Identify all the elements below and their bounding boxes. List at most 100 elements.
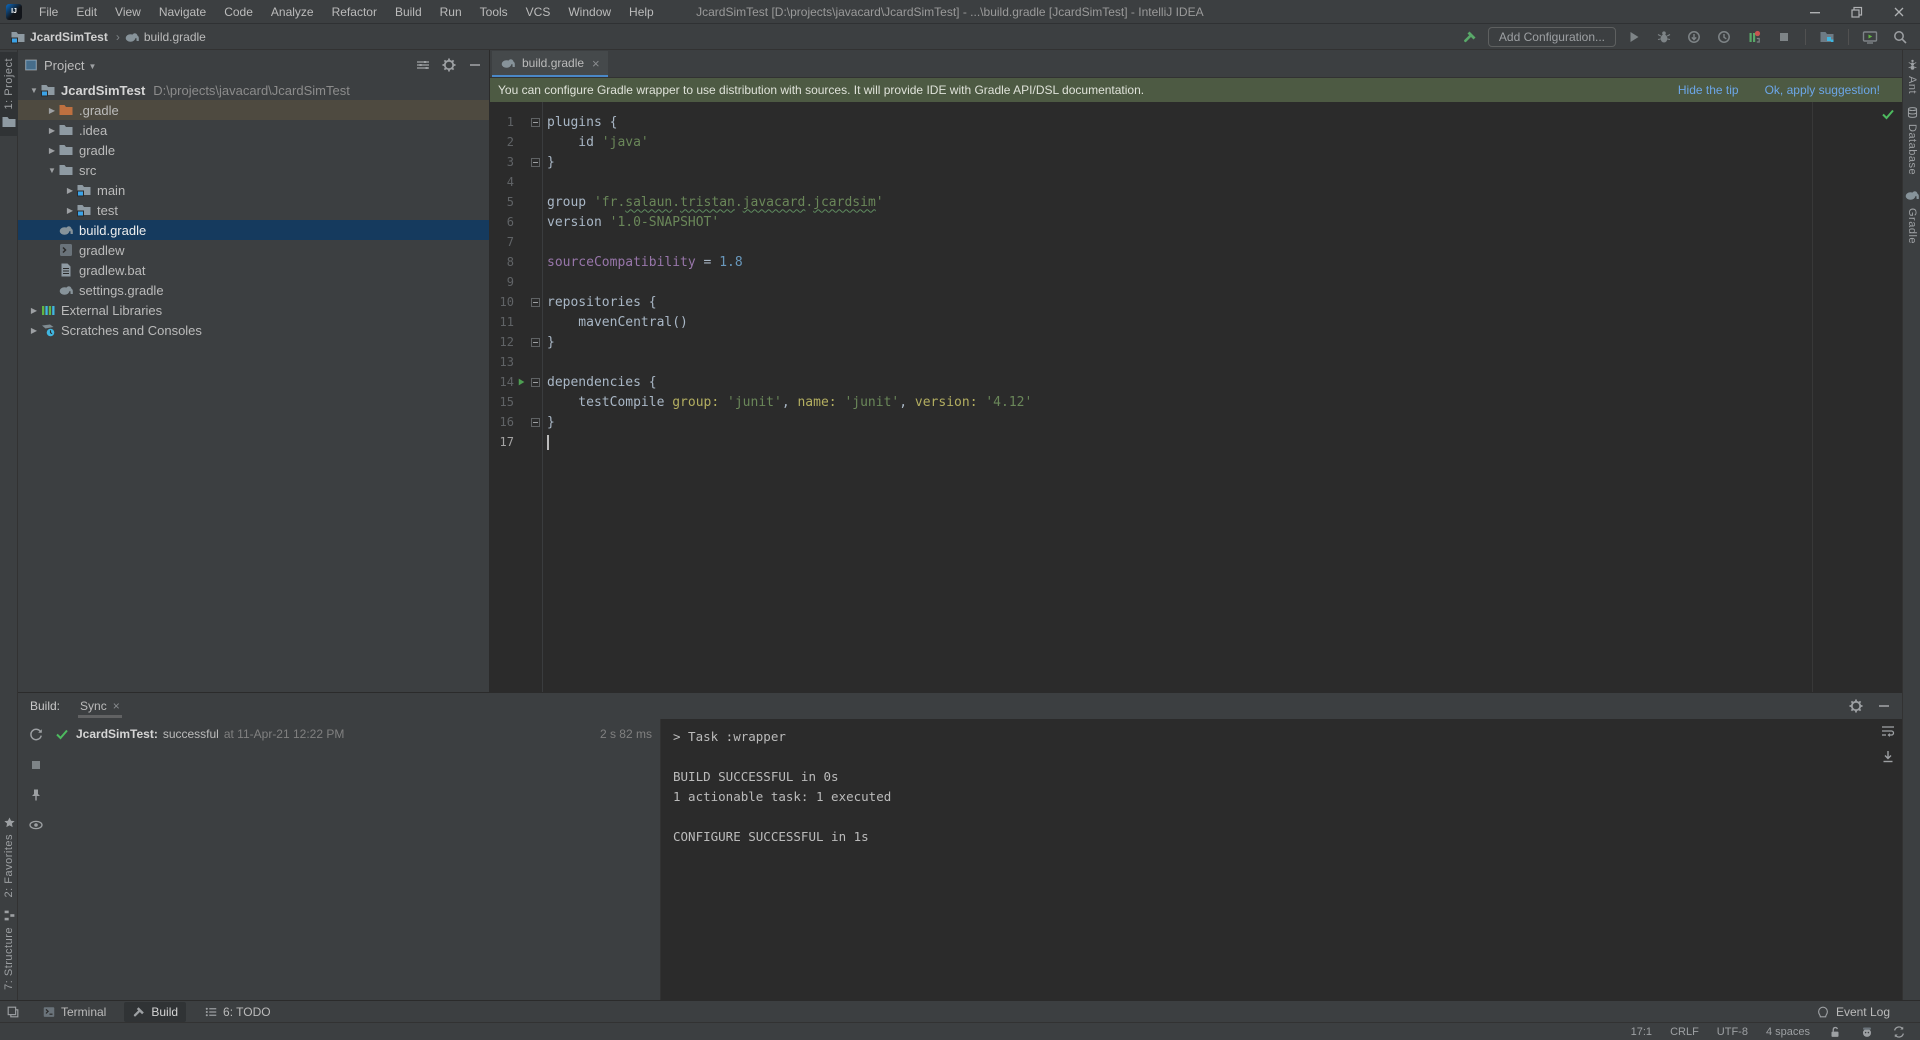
tree-item-test[interactable]: ▶test bbox=[18, 200, 489, 220]
profiler-button[interactable] bbox=[1712, 26, 1736, 48]
menu-run[interactable]: Run bbox=[431, 0, 471, 24]
hide-tip-link[interactable]: Hide the tip bbox=[1678, 83, 1739, 97]
menu-window[interactable]: Window bbox=[559, 0, 620, 24]
hide-build-panel-icon[interactable] bbox=[1876, 698, 1892, 714]
chevron-down-icon[interactable]: ▼ bbox=[88, 62, 96, 71]
chevron-right-icon[interactable]: ▶ bbox=[64, 206, 76, 215]
menu-analyze[interactable]: Analyze bbox=[262, 0, 323, 24]
build-settings-icon[interactable] bbox=[1848, 698, 1864, 714]
chevron-right-icon[interactable]: ▶ bbox=[28, 306, 40, 315]
run-button[interactable] bbox=[1622, 26, 1646, 48]
soft-wrap-icon[interactable] bbox=[1880, 723, 1896, 739]
scroll-to-end-icon[interactable] bbox=[1880, 749, 1896, 765]
code-editor[interactable]: 1plugins {2 id 'java'3}45group 'fr.salau… bbox=[490, 102, 1902, 692]
menu-edit[interactable]: Edit bbox=[67, 0, 106, 24]
fold-marker[interactable] bbox=[528, 298, 542, 307]
search-everywhere-button[interactable] bbox=[1888, 26, 1912, 48]
sync-tab-close-icon[interactable]: × bbox=[113, 699, 120, 713]
chevron-right-icon[interactable]: ▶ bbox=[28, 326, 40, 335]
fold-minus-icon[interactable] bbox=[531, 118, 540, 127]
line-separator-widget[interactable]: CRLF bbox=[1670, 1026, 1699, 1038]
chevron-right-icon[interactable]: ▶ bbox=[46, 126, 58, 135]
fold-minus-icon[interactable] bbox=[531, 338, 540, 347]
tool-window-button-terminal[interactable]: Terminal bbox=[34, 1002, 114, 1022]
stripe-item-1-project[interactable]: 1: Project bbox=[0, 52, 18, 136]
chevron-right-icon[interactable]: ▶ bbox=[46, 106, 58, 115]
build-console[interactable]: > Task :wrapper BUILD SUCCESSFUL in 0s1 … bbox=[660, 719, 1902, 1000]
menu-view[interactable]: View bbox=[106, 0, 150, 24]
tree-item-scratches-and-consoles[interactable]: ▶Scratches and Consoles bbox=[18, 320, 489, 340]
hide-panel-icon[interactable] bbox=[467, 57, 483, 73]
menu-code[interactable]: Code bbox=[215, 0, 262, 24]
view-options-icon[interactable] bbox=[415, 57, 431, 73]
fold-marker[interactable] bbox=[528, 418, 542, 427]
fold-marker[interactable] bbox=[528, 378, 542, 387]
inspections-profile-icon[interactable] bbox=[1860, 1025, 1874, 1039]
menu-file[interactable]: File bbox=[30, 0, 67, 24]
tool-window-button-build[interactable]: Build bbox=[124, 1002, 186, 1022]
stripe-item-gradle[interactable]: Gradle bbox=[1903, 181, 1920, 250]
fold-marker[interactable] bbox=[528, 118, 542, 127]
stripe-item-7-structure[interactable]: 7: Structure bbox=[0, 903, 18, 996]
readonly-lock-icon[interactable] bbox=[1828, 1025, 1842, 1039]
tree-item-build-gradle[interactable]: build.gradle bbox=[18, 220, 489, 240]
stop-button[interactable] bbox=[1772, 26, 1796, 48]
update-indicator-icon[interactable] bbox=[1892, 1025, 1906, 1039]
tool-window-button-6-todo[interactable]: 6: TODO bbox=[196, 1002, 279, 1022]
chevron-down-icon[interactable]: ▼ bbox=[46, 166, 58, 175]
encoding-widget[interactable]: UTF-8 bbox=[1717, 1026, 1748, 1038]
tree-item-external-libraries[interactable]: ▶External Libraries bbox=[18, 300, 489, 320]
chevron-right-icon[interactable]: ▶ bbox=[46, 146, 58, 155]
add-configuration-button[interactable]: Add Configuration... bbox=[1488, 27, 1616, 47]
tree-item-src[interactable]: ▼src bbox=[18, 160, 489, 180]
stripe-item-database[interactable]: Database bbox=[1903, 100, 1920, 181]
tree-item-jcardsimtest[interactable]: ▼JcardSimTestD:\projects\javacard\JcardS… bbox=[18, 80, 489, 100]
show-details-icon[interactable] bbox=[28, 817, 44, 833]
breadcrumb-file[interactable]: build.gradle bbox=[144, 30, 206, 44]
build-result-row[interactable]: JcardSimTest: successful at 11-Apr-21 12… bbox=[54, 723, 652, 745]
debug-button[interactable] bbox=[1652, 26, 1676, 48]
stop-build-icon[interactable] bbox=[28, 757, 44, 773]
project-view-selector[interactable]: Project bbox=[44, 58, 84, 73]
reimport-gradle-icon[interactable] bbox=[28, 727, 44, 743]
menu-tools[interactable]: Tools bbox=[471, 0, 517, 24]
fold-minus-icon[interactable] bbox=[531, 378, 540, 387]
fold-minus-icon[interactable] bbox=[531, 158, 540, 167]
fold-marker[interactable] bbox=[528, 158, 542, 167]
monitor-play-icon[interactable] bbox=[1858, 26, 1882, 48]
fold-minus-icon[interactable] bbox=[531, 298, 540, 307]
minimize-button[interactable] bbox=[1794, 0, 1836, 24]
event-log-button[interactable]: Event Log bbox=[1816, 1005, 1890, 1019]
tree-item--gradle[interactable]: ▶.gradle bbox=[18, 100, 489, 120]
chevron-right-icon[interactable]: ▶ bbox=[64, 186, 76, 195]
menu-vcs[interactable]: VCS bbox=[517, 0, 560, 24]
inspections-ok-icon[interactable] bbox=[1880, 106, 1896, 122]
coverage-button[interactable] bbox=[1682, 26, 1706, 48]
tab-close-icon[interactable]: × bbox=[592, 56, 600, 71]
pin-icon[interactable] bbox=[28, 787, 44, 803]
build-project-button[interactable] bbox=[1458, 26, 1482, 48]
maximize-button[interactable] bbox=[1836, 0, 1878, 24]
fold-minus-icon[interactable] bbox=[531, 418, 540, 427]
chevron-down-icon[interactable]: ▼ bbox=[28, 86, 40, 95]
menu-refactor[interactable]: Refactor bbox=[323, 0, 386, 24]
hide-tool-windows-icon[interactable] bbox=[6, 1005, 20, 1019]
apply-suggestion-link[interactable]: Ok, apply suggestion! bbox=[1765, 83, 1880, 97]
menu-navigate[interactable]: Navigate bbox=[150, 0, 215, 24]
tree-item-main[interactable]: ▶main bbox=[18, 180, 489, 200]
tree-item-gradlew-bat[interactable]: gradlew.bat bbox=[18, 260, 489, 280]
caret-position-widget[interactable]: 17:1 bbox=[1631, 1026, 1652, 1038]
menu-help[interactable]: Help bbox=[620, 0, 663, 24]
run-targets-button[interactable] bbox=[1742, 26, 1766, 48]
project-settings-icon[interactable] bbox=[441, 57, 457, 73]
tree-item-gradlew[interactable]: gradlew bbox=[18, 240, 489, 260]
tab-build-gradle[interactable]: build.gradle × bbox=[492, 51, 608, 77]
tree-item-gradle[interactable]: ▶gradle bbox=[18, 140, 489, 160]
tab-sync[interactable]: Sync × bbox=[78, 693, 122, 719]
fold-marker[interactable] bbox=[528, 338, 542, 347]
menu-build[interactable]: Build bbox=[386, 0, 431, 24]
stripe-item-ant[interactable]: Ant bbox=[1903, 52, 1920, 100]
tree-item--idea[interactable]: ▶.idea bbox=[18, 120, 489, 140]
stripe-item-2-favorites[interactable]: 2: Favorites bbox=[0, 810, 18, 903]
breadcrumb-project[interactable]: JcardSimTest bbox=[30, 30, 108, 44]
